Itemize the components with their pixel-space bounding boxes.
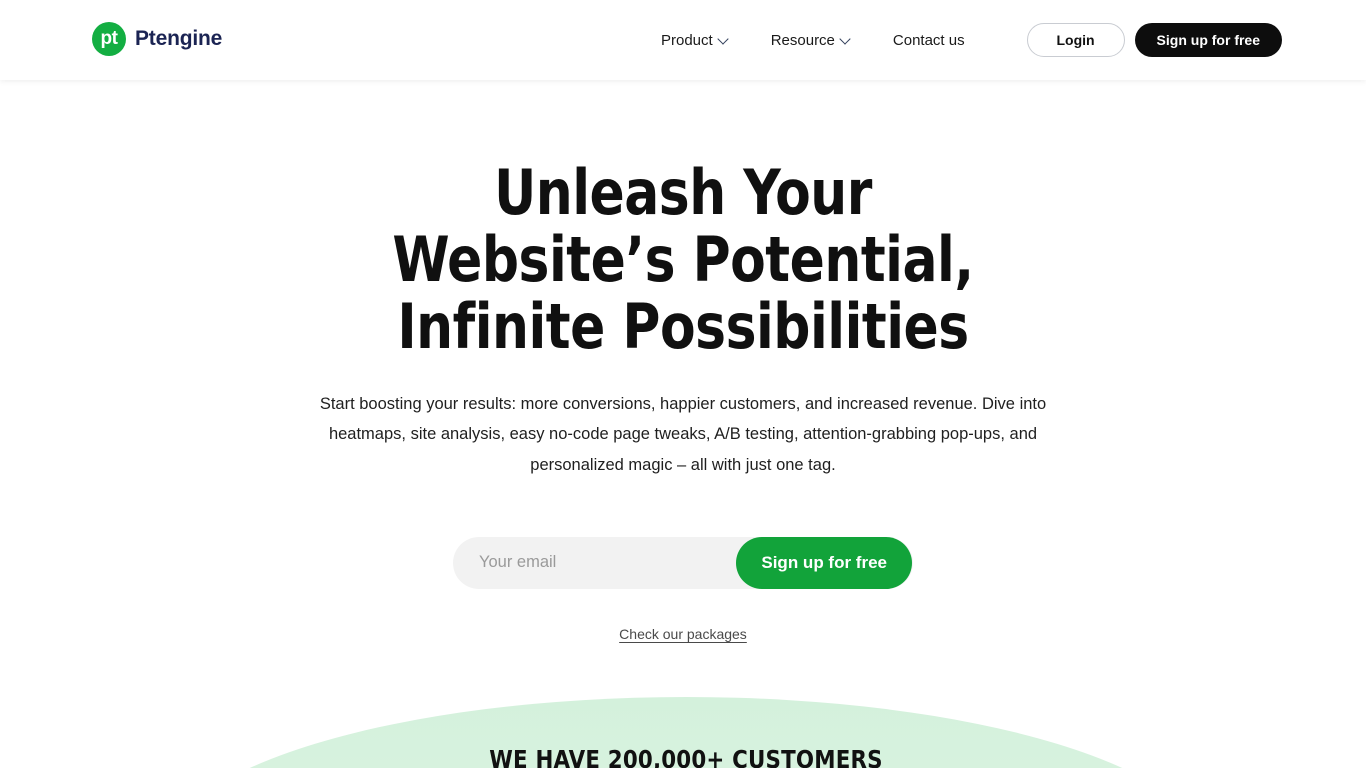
nav-item-product[interactable]: Product — [640, 32, 750, 49]
nav-item-contact-us[interactable]: Contact us — [872, 32, 986, 49]
brand-logo[interactable]: pt Ptengine — [92, 22, 222, 56]
brand-wordmark: Ptengine — [135, 27, 223, 50]
chevron-down-icon — [841, 34, 851, 44]
chevron-down-icon — [719, 34, 729, 44]
nav-label-resource: Resource — [770, 31, 835, 49]
ptengine-logo-icon: pt — [92, 22, 126, 56]
customers-band: WE HAVE 200,000+ CUSTOMERS — [161, 697, 1211, 768]
page-title: Unleash Your Website’s Potential, Infini… — [392, 156, 974, 363]
nav-label-product: Product — [661, 31, 713, 49]
nav-item-resource[interactable]: Resource — [750, 32, 872, 49]
hero-subtitle: Start boosting your results: more conver… — [319, 394, 1047, 474]
signup-form: Sign up for free — [453, 536, 913, 589]
header-actions: Login Sign up for free — [1026, 0, 1282, 80]
brand-mark-text: pt — [100, 27, 118, 49]
check-packages-link[interactable]: Check our packages — [619, 626, 747, 642]
site-header: pt Ptengine Product Resource Contact us … — [0, 0, 1366, 80]
header-signup-button[interactable]: Sign up for free — [1134, 23, 1282, 57]
login-button[interactable]: Login — [1026, 23, 1125, 57]
hero-section: Unleash Your Website’s Potential, Infini… — [0, 80, 1366, 644]
nav-label-contact-us: Contact us — [892, 31, 965, 49]
customers-headline: WE HAVE 200,000+ CUSTOMERS — [489, 745, 883, 768]
main-navigation: Product Resource Contact us — [640, 0, 986, 80]
hero-signup-button[interactable]: Sign up for free — [736, 536, 912, 589]
